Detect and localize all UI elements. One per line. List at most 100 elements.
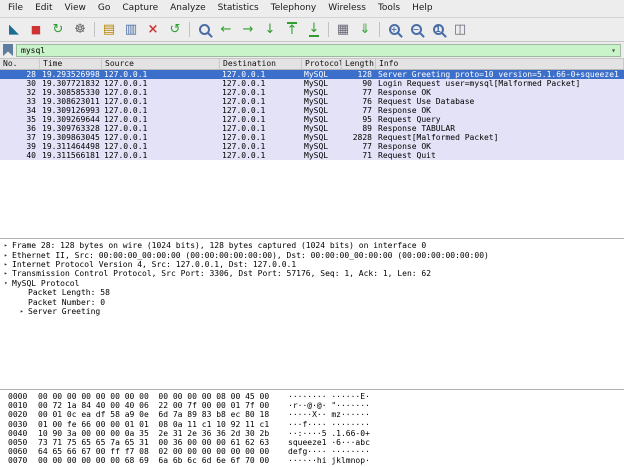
go-to-packet-button[interactable]: ↓ (259, 20, 281, 40)
hex-bytes[interactable]: 64 65 66 67 00 ff f7 08 02 00 00 00 00 0… (38, 447, 280, 456)
expander-triangle-icon[interactable]: ▾ (2, 280, 12, 287)
detail-row[interactable]: Packet Length: 58 (2, 288, 624, 297)
zoom-out-button[interactable]: − (405, 20, 427, 40)
column-header-info[interactable]: Info (376, 59, 624, 69)
filter-input[interactable]: mysql ▾ (16, 44, 621, 57)
packet-protocol: MySQL (302, 124, 342, 133)
hex-ascii[interactable]: ······hi jklmnop· (288, 456, 370, 465)
expander-triangle-icon[interactable]: ▸ (2, 242, 12, 249)
open-folder-icon: ▤ (103, 23, 115, 36)
filter-bookmark-icon[interactable] (3, 44, 13, 56)
packet-row[interactable]: 37 19.309863045 127.0.0.1 127.0.0.1 MySQ… (0, 133, 624, 142)
hex-bytes[interactable]: 00 00 00 00 00 00 00 00 00 00 00 00 08 0… (38, 392, 280, 401)
column-header-length[interactable]: Length (342, 59, 376, 69)
menu-tools[interactable]: Tools (372, 0, 406, 17)
arrow-down-to-bar-icon: ↓ (309, 22, 320, 37)
hex-ascii[interactable]: squeeze1 ·6···abc (288, 438, 370, 447)
packet-info: Response OK (376, 142, 624, 151)
reload-file-button[interactable]: ↺ (164, 20, 186, 40)
menu-wireless[interactable]: Wireless (322, 0, 372, 17)
packet-destination: 127.0.0.1 (220, 142, 302, 151)
packet-row[interactable]: 28 19.293526998 127.0.0.1 127.0.0.1 MySQ… (0, 70, 624, 79)
column-header-no[interactable]: No. (0, 59, 40, 69)
capture-options-button[interactable]: ☸ (69, 20, 91, 40)
open-file-button[interactable]: ▤ (98, 20, 120, 40)
packet-row[interactable]: 39 19.311464498 127.0.0.1 127.0.0.1 MySQ… (0, 142, 624, 151)
hex-ascii[interactable]: ··:····5 .1.66-0+ (288, 429, 370, 438)
packet-source: 127.0.0.1 (102, 142, 220, 151)
expander-triangle-icon[interactable]: ▸ (2, 270, 12, 277)
column-header-source[interactable]: Source (102, 59, 220, 69)
column-header-protocol[interactable]: Protocol (302, 59, 342, 69)
shark-fin-icon: ◣ (9, 23, 19, 36)
detail-row[interactable]: ▸ Server Greeting (2, 307, 624, 316)
hex-bytes[interactable]: 00 00 00 00 00 00 68 69 6a 6b 6c 6d 6e 6… (38, 456, 280, 465)
menu-view[interactable]: View (59, 0, 92, 17)
packet-row[interactable]: 32 19.308585330 127.0.0.1 127.0.0.1 MySQ… (0, 88, 624, 97)
menu-analyze[interactable]: Analyze (164, 0, 211, 17)
go-to-first-packet-button[interactable]: ↑ (281, 20, 303, 40)
packet-time: 19.307721832 (40, 79, 102, 88)
detail-row[interactable]: Packet Number: 0 (2, 297, 624, 306)
stop-icon: ■ (31, 24, 41, 35)
packet-length: 90 (342, 79, 376, 88)
resize-columns-button[interactable]: ◫ (449, 20, 471, 40)
hex-bytes[interactable]: 00 72 1a 84 40 00 40 06 22 00 7f 00 00 0… (38, 401, 280, 410)
hex-bytes[interactable]: 73 71 75 65 65 7a 65 31 00 36 00 00 00 6… (38, 438, 280, 447)
zoom-normal-button[interactable]: 1 (427, 20, 449, 40)
menu-help[interactable]: Help (406, 0, 439, 17)
column-header-time[interactable]: Time (40, 59, 102, 69)
expander-triangle-icon[interactable]: ▸ (18, 308, 28, 315)
menu-file[interactable]: File (2, 0, 29, 17)
hex-ascii[interactable]: ·····X·· mz······ (288, 410, 370, 419)
packet-row[interactable]: 34 19.309126993 127.0.0.1 127.0.0.1 MySQ… (0, 106, 624, 115)
packet-destination: 127.0.0.1 (220, 88, 302, 97)
restart-capture-button[interactable]: ↻ (47, 20, 69, 40)
detail-row[interactable]: ▸ Transmission Control Protocol, Src Por… (2, 269, 624, 278)
find-packet-button[interactable] (193, 20, 215, 40)
hex-bytes[interactable]: 10 90 3a 00 00 00 0a 35 2e 31 2e 36 36 2… (38, 429, 280, 438)
detail-text: Server Greeting (28, 307, 100, 316)
hex-offset: 0010 (8, 401, 38, 410)
hex-ascii[interactable]: defg···· ········ (288, 447, 370, 456)
gear-icon: ☸ (74, 23, 86, 36)
go-back-button[interactable]: ← (215, 20, 237, 40)
menu-capture[interactable]: Capture (116, 0, 164, 17)
colorize-packets-button[interactable]: ▦ (332, 20, 354, 40)
hex-rows: 0000 00 00 00 00 00 00 00 00 00 00 00 00… (8, 392, 624, 466)
packet-row[interactable]: 40 19.311566181 127.0.0.1 127.0.0.1 MySQ… (0, 151, 624, 160)
close-file-button[interactable]: × (142, 20, 164, 40)
hex-ascii[interactable]: ·r··@·@· "······· (288, 401, 370, 410)
chevron-down-icon[interactable]: ▾ (611, 46, 616, 55)
start-capture-button[interactable]: ◣ (3, 20, 25, 40)
expander-triangle-icon[interactable]: ▸ (2, 261, 12, 268)
packet-no: 35 (0, 115, 40, 124)
packet-row[interactable]: 33 19.308623011 127.0.0.1 127.0.0.1 MySQ… (0, 97, 624, 106)
detail-row[interactable]: ▸ Internet Protocol Version 4, Src: 127.… (2, 260, 624, 269)
zoom-in-button[interactable]: + (383, 20, 405, 40)
hex-ascii[interactable]: ········ ······E· (288, 392, 370, 401)
save-file-button[interactable]: ▥ (120, 20, 142, 40)
packet-source: 127.0.0.1 (102, 70, 220, 79)
packet-row[interactable]: 35 19.309269644 127.0.0.1 127.0.0.1 MySQ… (0, 115, 624, 124)
hex-bytes[interactable]: 01 00 fe 66 00 00 01 01 08 0a 11 c1 10 9… (38, 420, 280, 429)
menu-telephony[interactable]: Telephony (265, 0, 323, 17)
menu-statistics[interactable]: Statistics (212, 0, 265, 17)
packet-destination: 127.0.0.1 (220, 70, 302, 79)
detail-row[interactable]: ▸ Frame 28: 128 bytes on wire (1024 bits… (2, 241, 624, 250)
packet-row[interactable]: 36 19.309763328 127.0.0.1 127.0.0.1 MySQ… (0, 124, 624, 133)
go-to-last-packet-button[interactable]: ↓ (303, 20, 325, 40)
hex-bytes[interactable]: 00 01 0c ea df 58 a9 0e 6d 7a 89 83 b8 e… (38, 410, 280, 419)
expander-triangle-icon[interactable]: ▸ (2, 252, 12, 259)
menu-edit[interactable]: Edit (29, 0, 58, 17)
stop-capture-button[interactable]: ■ (25, 20, 47, 40)
packet-time: 19.308623011 (40, 97, 102, 106)
auto-scroll-button[interactable]: ⇓ (354, 20, 376, 40)
hex-ascii[interactable]: ···f···· ········ (288, 420, 370, 429)
menu-go[interactable]: Go (92, 0, 116, 17)
detail-row[interactable]: ▸ Ethernet II, Src: 00:00:00_00:00:00 (0… (2, 250, 624, 259)
detail-row[interactable]: ▾ MySQL Protocol (2, 279, 624, 288)
column-header-destination[interactable]: Destination (220, 59, 302, 69)
go-forward-button[interactable]: → (237, 20, 259, 40)
packet-row[interactable]: 30 19.307721832 127.0.0.1 127.0.0.1 MySQ… (0, 79, 624, 88)
